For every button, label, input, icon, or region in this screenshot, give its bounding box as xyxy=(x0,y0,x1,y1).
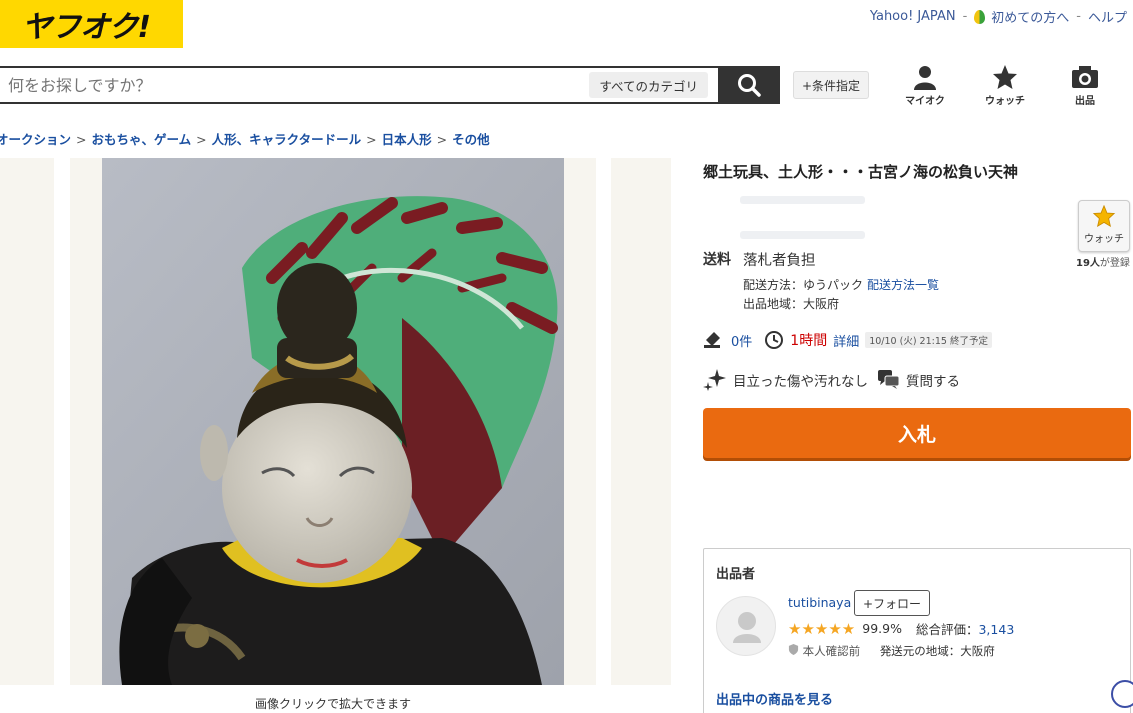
nav-watch[interactable]: ウォッチ xyxy=(977,64,1033,107)
seller-origin: 発送元の地域：大阪府 xyxy=(879,644,995,658)
shipping-method-text: 配送方法：ゆうパック xyxy=(743,278,864,292)
nav-myauction[interactable]: マイオク xyxy=(897,64,953,107)
shipping-methods-link[interactable]: 配送方法一覧 xyxy=(867,278,939,292)
seller-name[interactable]: tutibinaya xyxy=(788,595,851,610)
total-rating-label: 総合評価： xyxy=(915,622,979,637)
camera-icon xyxy=(1072,66,1098,88)
nav-label: マイオク xyxy=(905,96,945,107)
shipping-value: 落札者負担 xyxy=(743,253,816,269)
clock-icon xyxy=(765,331,784,349)
category-select[interactable]: すべてのカテゴリ xyxy=(589,72,708,98)
shipping-region: 出品地域：大阪府 xyxy=(743,297,840,311)
default-avatar-icon xyxy=(733,612,761,643)
seller-rating: ★★★★★ 99.9% 総合評価：3,143 xyxy=(788,619,1014,638)
nav-label: 出品 xyxy=(1075,96,1095,107)
search-input[interactable] xyxy=(0,68,590,102)
watch-label: ウォッチ xyxy=(1084,234,1124,245)
beginner-leaf-icon xyxy=(974,9,986,24)
bid-count[interactable]: 0件 xyxy=(731,331,752,350)
rating-percent: 99.9% xyxy=(862,621,902,636)
site-logo[interactable]: ヤフオク! xyxy=(0,0,183,48)
person-icon xyxy=(914,66,936,90)
sparkle-icon xyxy=(703,369,726,391)
gavel-icon xyxy=(704,332,720,348)
gallery-prev-image[interactable] xyxy=(0,158,54,685)
follow-button[interactable]: +フォロー xyxy=(854,590,931,616)
star-icon xyxy=(1092,204,1116,228)
clay-doll-image xyxy=(102,158,564,685)
link-yahoo-japan[interactable]: Yahoo! JAPAN xyxy=(870,9,956,24)
breadcrumb-item[interactable]: 日本人形 xyxy=(382,132,432,147)
item-condition: 目立った傷や汚れなし xyxy=(733,374,868,390)
watch-count-number: 19人 xyxy=(1076,258,1100,269)
seller-heading: 出品者 xyxy=(716,567,756,582)
breadcrumb-separator: > xyxy=(76,132,87,147)
seller-avatar[interactable] xyxy=(716,596,776,656)
breadcrumb-separator: > xyxy=(436,132,448,147)
shield-check-icon xyxy=(788,644,799,655)
condition-button[interactable]: +条件指定 xyxy=(793,71,870,99)
watch-count-suffix: が登録 xyxy=(1099,258,1130,269)
logo-text: ヤフオク! xyxy=(22,10,151,45)
end-time: 10/10 (火) 21:15 終了予定 xyxy=(865,332,992,348)
item-title: 郷土玩具、土人形・・・古宮ノ海の松負い天神 xyxy=(703,163,1019,181)
gallery-caption: 画像クリックで拡大できます xyxy=(254,697,411,711)
search-button[interactable] xyxy=(718,66,780,104)
link-separator: - xyxy=(962,9,968,24)
item-condition-row: 目立った傷や汚れなし 質問する xyxy=(703,369,960,391)
search-bar: すべてのカテゴリ xyxy=(0,66,780,104)
link-beginners[interactable]: 初めての方へ xyxy=(991,7,1069,26)
ask-question-link[interactable]: 質問する xyxy=(906,370,960,390)
top-links: Yahoo! JAPAN - 初めての方へ - ヘルプ xyxy=(870,7,1127,26)
bid-button[interactable]: 入札 xyxy=(703,408,1131,458)
watch-button[interactable]: ウォッチ xyxy=(1078,200,1130,252)
breadcrumb-item[interactable]: その他 xyxy=(452,132,490,147)
link-help[interactable]: ヘルプ xyxy=(1088,7,1127,26)
breadcrumb-separator: > xyxy=(196,132,207,147)
gallery-next-image[interactable] xyxy=(611,158,671,685)
total-rating: 総合評価：3,143 xyxy=(916,619,1014,638)
seller-verification: 本人確認前 発送元の地域：大阪府 xyxy=(788,643,995,659)
faded-text-placeholder xyxy=(740,231,865,239)
nav-sell[interactable]: 出品 xyxy=(1057,64,1113,107)
shipping-method: 配送方法：ゆうパック 配送方法一覧 xyxy=(743,276,939,293)
verification-status: 本人確認前 xyxy=(802,644,861,658)
seller-card: 出品者 tutibinaya +フォロー ★★★★★ 99.9% 総合評価：3,… xyxy=(703,548,1131,713)
product-main-image[interactable] xyxy=(102,158,564,685)
time-detail-link[interactable]: 詳細 xyxy=(833,331,859,350)
time-left: 1時間 xyxy=(790,333,828,349)
link-separator: - xyxy=(1076,9,1081,24)
breadcrumb-separator: > xyxy=(366,132,377,147)
nav-label: ウォッチ xyxy=(985,96,1025,107)
rating-stars: ★★★★★ xyxy=(788,619,856,638)
shipping-label: 送料 xyxy=(703,252,731,268)
seller-items-link[interactable]: 出品中の商品を見る xyxy=(716,689,833,708)
breadcrumb-item[interactable]: オークション xyxy=(0,132,71,147)
breadcrumb: オークション > おもちゃ、ゲーム > 人形、キャラクタードール > 日本人形 > その他 xyxy=(0,129,490,148)
chat-assistant-icon[interactable] xyxy=(1111,680,1133,708)
breadcrumb-item[interactable]: 人形、キャラクタードール xyxy=(212,132,362,147)
watch-count: 19人が登録 xyxy=(1076,254,1130,269)
total-rating-value[interactable]: 3,143 xyxy=(978,622,1014,637)
question-chat-icon xyxy=(878,370,900,389)
search-icon xyxy=(738,74,761,97)
breadcrumb-item[interactable]: おもちゃ、ゲーム xyxy=(92,132,192,147)
faded-text-placeholder xyxy=(740,196,865,204)
star-icon xyxy=(993,65,1017,89)
bid-status-row: 0件 1時間 詳細 10/10 (火) 21:15 終了予定 xyxy=(703,330,992,350)
